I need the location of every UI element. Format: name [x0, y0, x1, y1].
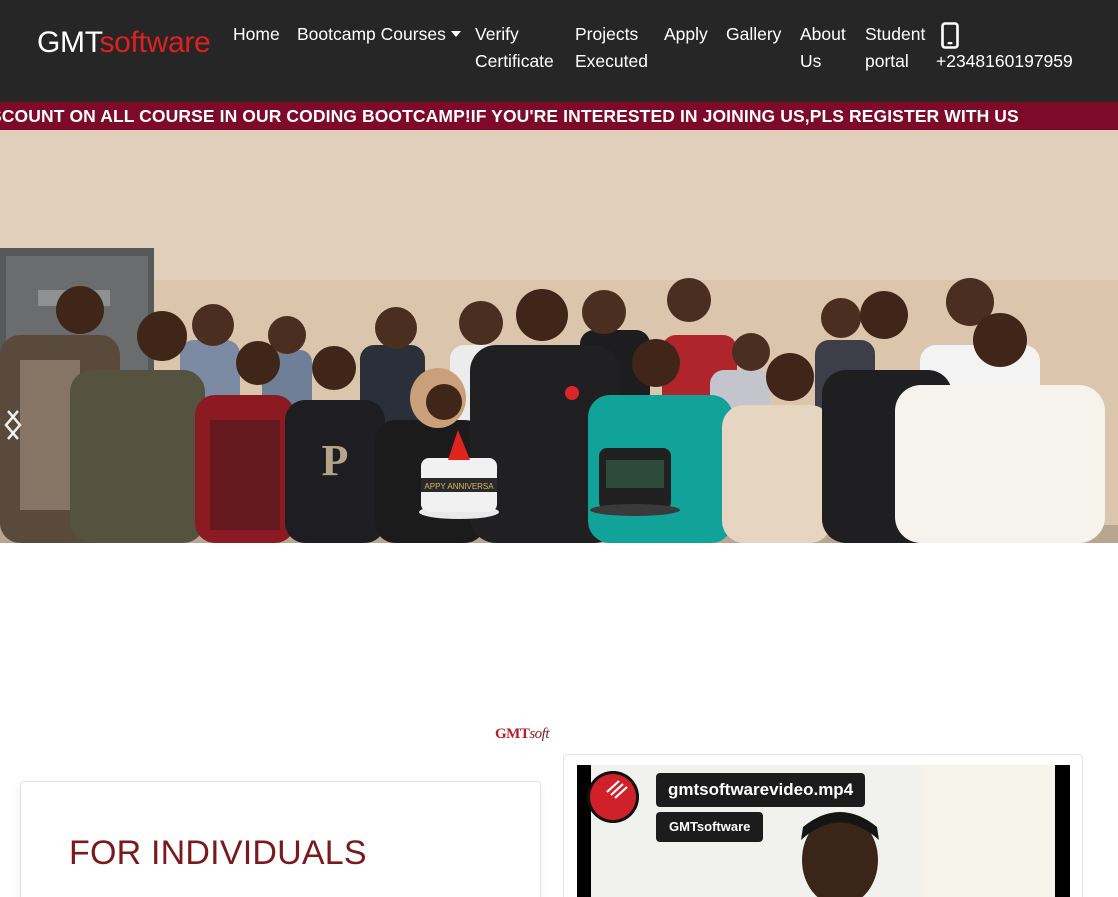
svg-text:P: P — [322, 436, 349, 485]
mobile-phone-icon — [941, 22, 959, 49]
nav-projects-executed[interactable]: Projects Executed — [575, 21, 648, 75]
nav-projects-label-2: Executed — [575, 51, 648, 71]
nav-verify-label-2: Certificate — [475, 51, 554, 71]
gmtsoftware-logo-icon[interactable] — [587, 771, 639, 823]
nav-about-label-2: Us — [800, 51, 822, 71]
nav-about-us[interactable]: About Us — [800, 21, 846, 75]
nav-apply[interactable]: Apply — [664, 21, 708, 48]
nav-about-label-1: About — [800, 24, 846, 44]
section-logo-part2: soft — [529, 726, 550, 742]
individuals-card: FOR INDIVIDUALS — [20, 781, 541, 897]
section-logo-part1: GMT — [495, 726, 530, 742]
nav-portal-label-1: Student — [865, 24, 926, 44]
nav-apply-label: Apply — [664, 24, 708, 44]
hero-group-photo: P APPY ANNIVERSA — [0, 130, 1118, 543]
brand-logo[interactable]: GMTsoftware — [37, 26, 211, 60]
navbar: GMTsoftware Home Bootcamp Courses Verify… — [0, 0, 1118, 102]
brand-name-part2: software — [99, 26, 211, 59]
phone-number-link[interactable]: +2348160197959 — [936, 48, 1073, 75]
caret-down-icon — [450, 31, 461, 37]
nav-portal-label-2: portal — [865, 51, 909, 71]
section-logo: GMTsoft — [495, 726, 550, 743]
cake-text: APPY ANNIVERSA — [424, 482, 494, 491]
nav-student-portal[interactable]: Student portal — [865, 21, 925, 75]
brand-name-part1: GMT — [37, 26, 100, 59]
nav-home[interactable]: Home — [233, 21, 280, 48]
video-player[interactable]: gmtsoftwarevideo.mp4 GMTsoftware — [577, 765, 1070, 897]
chevron-right-icon[interactable] — [0, 405, 26, 445]
phone-number: +2348160197959 — [936, 51, 1073, 71]
marquee-text: SCOUNT ON ALL COURSE IN OUR CODING BOOTC… — [0, 106, 1019, 126]
nav-gallery[interactable]: Gallery — [726, 21, 781, 48]
nav-verify-certificate[interactable]: Verify Certificate — [475, 21, 554, 75]
nav-bootcamp-label: Bootcamp Courses — [297, 24, 446, 44]
nav-verify-label-1: Verify — [475, 24, 519, 44]
video-card: gmtsoftwarevideo.mp4 GMTsoftware — [563, 754, 1083, 897]
video-channel-name[interactable]: GMTsoftware — [656, 812, 764, 842]
individuals-card-title: FOR INDIVIDUALS — [69, 834, 367, 872]
video-title[interactable]: gmtsoftwarevideo.mp4 — [656, 773, 866, 807]
nav-home-label: Home — [233, 24, 280, 44]
nav-bootcamp-courses[interactable]: Bootcamp Courses — [297, 21, 461, 48]
announcement-marquee: SCOUNT ON ALL COURSE IN OUR CODING BOOTC… — [0, 102, 1118, 130]
nav-projects-label-1: Projects — [575, 24, 639, 44]
hero-carousel: P APPY ANNIVERSA — [0, 130, 1118, 543]
nav-gallery-label: Gallery — [726, 24, 782, 44]
